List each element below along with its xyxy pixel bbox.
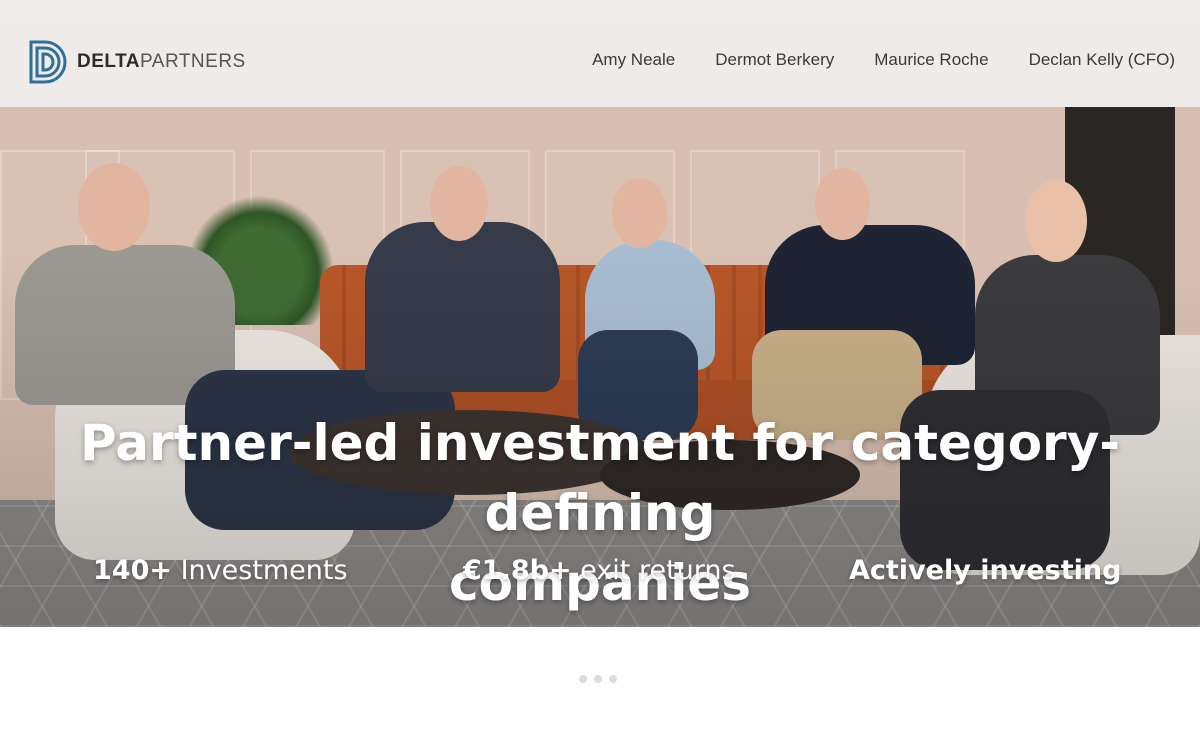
stat-exit-returns: €1.8b+ exit returns xyxy=(463,555,736,586)
logo-light-text: PARTNERS xyxy=(140,51,246,72)
slider-dot-3[interactable] xyxy=(609,675,617,683)
logo-bold-text: DELTA xyxy=(77,51,141,72)
stat-label: exit returns xyxy=(571,555,736,586)
slider-pagination xyxy=(579,675,617,683)
nav-link-amy-neale[interactable]: Amy Neale xyxy=(592,50,675,70)
logo-wordmark: DELTAPARTNERS xyxy=(77,51,246,73)
stat-label: Investments xyxy=(171,555,348,586)
nav-link-dermot-berkery[interactable]: Dermot Berkery xyxy=(715,50,834,70)
site-header: DELTAPARTNERS Amy Neale Dermot Berkery M… xyxy=(0,0,1200,107)
stat-value: Actively investing xyxy=(849,555,1122,586)
slider-dot-1[interactable] xyxy=(579,675,587,683)
stat-value: 140+ xyxy=(93,555,172,586)
site-logo[interactable]: DELTAPARTNERS xyxy=(29,40,246,84)
stat-actively-investing: Actively investing xyxy=(849,555,1121,586)
stat-investments: 140+ Investments xyxy=(93,555,348,586)
stat-value: €1.8b+ xyxy=(463,555,572,586)
delta-d-logo-icon xyxy=(29,40,67,84)
nav-link-maurice-roche[interactable]: Maurice Roche xyxy=(874,50,988,70)
headline-line-1: Partner-led investment for category-defi… xyxy=(79,414,1121,542)
nav-link-declan-kelly[interactable]: Declan Kelly (CFO) xyxy=(1029,50,1175,70)
slider-dot-2[interactable] xyxy=(594,675,602,683)
main-nav: Amy Neale Dermot Berkery Maurice Roche D… xyxy=(592,50,1175,70)
hero-stats: 140+ Investments €1.8b+ exit returns Act… xyxy=(0,555,1200,599)
